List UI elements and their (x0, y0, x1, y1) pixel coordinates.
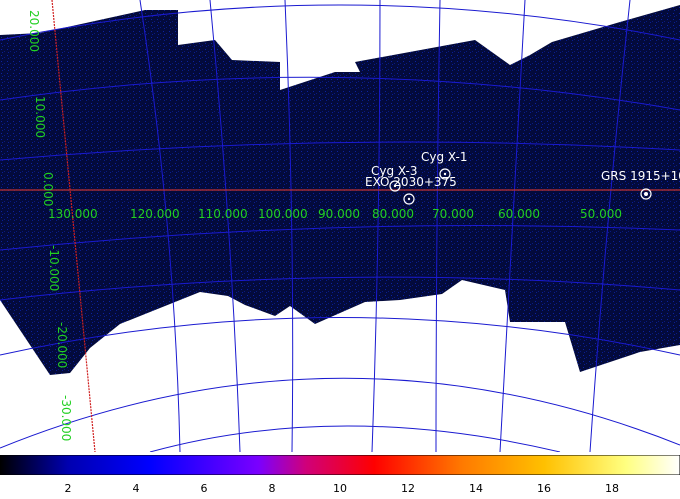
lat-label: 0.000 (41, 172, 55, 206)
sky-map[interactable]: 130.000 120.000 110.000 100.000 90.000 8… (0, 0, 680, 452)
lon-label: 80.000 (372, 207, 414, 221)
colorbar-tick: 18 (605, 482, 619, 495)
source-label-exo2030: EXO 2030+375 (365, 175, 457, 189)
colorbar-tick: 6 (200, 482, 208, 495)
colorbar-tick: 2 (64, 482, 72, 495)
colorbar-tick: 8 (268, 482, 276, 495)
lon-label: 50.000 (580, 207, 622, 221)
colorbar-tick: 10 (333, 482, 347, 495)
colorbar-tick: 14 (469, 482, 483, 495)
lon-label: 60.000 (498, 207, 540, 221)
lat-label: -10.000 (47, 245, 61, 291)
lat-label: 20.000 (27, 10, 41, 52)
lon-label: 130.000 (48, 207, 98, 221)
lon-label: 70.000 (432, 207, 474, 221)
source-label-grs1915: GRS 1915+105 (601, 169, 680, 183)
colorbar-gradient (0, 455, 680, 475)
lon-label: 100.000 (258, 207, 308, 221)
lon-label: 90.000 (318, 207, 360, 221)
lat-label: -30.000 (59, 395, 73, 441)
colorbar-tick: 16 (537, 482, 551, 495)
lon-label: 120.000 (130, 207, 180, 221)
lat-label: -20.000 (55, 322, 69, 368)
source-label-cyg-x1: Cyg X-1 (421, 150, 468, 164)
colorbar-tick: 4 (132, 482, 140, 495)
colorbar-tick: 12 (401, 482, 415, 495)
lat-label: 10.000 (33, 96, 47, 138)
lon-label: 110.000 (198, 207, 248, 221)
colorbar: 2 4 6 8 10 12 14 16 18 (0, 452, 680, 499)
